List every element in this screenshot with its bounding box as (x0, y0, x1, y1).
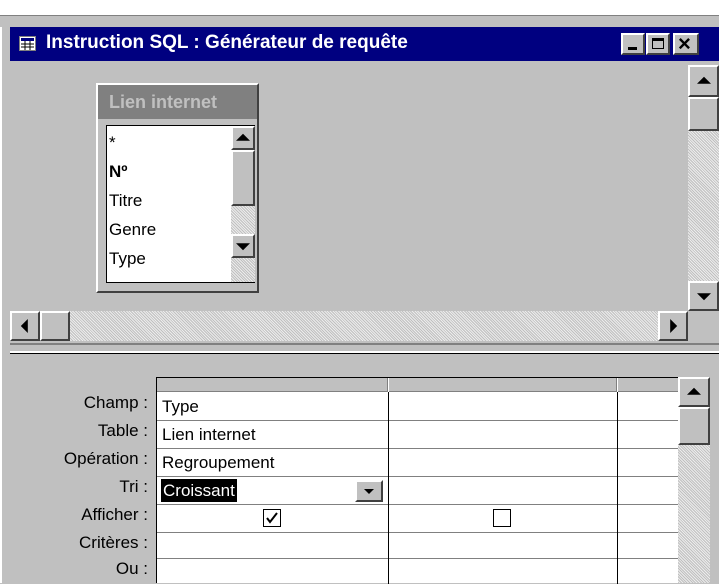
diagram-hscroll-thumb[interactable] (40, 311, 70, 341)
arrow-down-icon (696, 293, 711, 301)
afficher-checkbox-1[interactable] (263, 509, 281, 527)
arrow-up-icon (236, 133, 250, 141)
table-field-list[interactable]: Lien internet * Nº Titre Genre Type (96, 83, 259, 293)
grid-scroll-up-button[interactable] (678, 377, 710, 407)
field-item-genre[interactable]: Genre (109, 215, 156, 244)
maximize-icon (652, 38, 664, 49)
tri-selected-value[interactable]: Croissant (161, 479, 237, 502)
checkbox-checked-icon (266, 512, 278, 524)
row-label-table: Table : (97, 421, 148, 440)
window-top-edge (0, 15, 719, 27)
diagram-scroll-up-button[interactable] (688, 65, 719, 97)
field-list[interactable]: * Nº Titre Genre Type (106, 125, 255, 283)
grid-vscroll-thumb[interactable] (678, 407, 710, 445)
row-label-criteres: Critères : (79, 533, 148, 552)
pane-splitter[interactable] (10, 343, 719, 363)
diagram-scroll-down-button[interactable] (688, 281, 719, 311)
table-cell-1[interactable]: Lien internet (157, 422, 387, 448)
arrow-up-icon (696, 76, 711, 84)
query-grid-pane[interactable]: Champ : Table : Opération : Tri : Affich… (10, 363, 719, 584)
grid-line (388, 392, 389, 584)
design-grid[interactable]: Type Lien internet Regroupement Croissan… (156, 377, 679, 584)
field-item-star[interactable]: * (109, 128, 116, 157)
operation-cell-1[interactable]: Regroupement (157, 450, 387, 476)
field-item-type[interactable]: Type (109, 244, 146, 273)
top-strip (0, 0, 719, 15)
window-title: Instruction SQL : Générateur de requête (46, 32, 408, 53)
arrow-right-icon (670, 319, 678, 333)
grid-line (157, 532, 679, 533)
splitter-line (10, 351, 719, 354)
arrow-left-icon (20, 319, 28, 333)
minimize-button[interactable] (621, 33, 645, 55)
field-label: Nº (109, 162, 128, 181)
diagram-scroll-left-button[interactable] (10, 311, 40, 341)
field-list-scroll-thumb[interactable] (231, 150, 255, 206)
champ-cell-1[interactable]: Type (157, 394, 387, 420)
dropdown-arrow-icon (364, 489, 374, 494)
field-list-scrollbar[interactable] (231, 126, 255, 282)
close-button[interactable]: × (673, 31, 699, 56)
row-label-ou: Ou : (115, 559, 148, 578)
tri-combo-1[interactable]: Croissant (157, 477, 387, 504)
column-selector-3[interactable] (618, 378, 679, 392)
minimize-icon (628, 47, 637, 50)
grid-line (157, 420, 679, 421)
diagram-vscroll-thumb[interactable] (688, 97, 719, 131)
title-bar[interactable]: Instruction SQL : Générateur de requête … (10, 27, 719, 61)
grid-vertical-scrollbar[interactable] (678, 377, 710, 583)
grid-right-edge (710, 377, 719, 583)
row-label-champ: Champ : (83, 393, 148, 412)
field-label: Genre (109, 220, 157, 239)
afficher-checkbox-2[interactable] (493, 509, 511, 527)
grid-line (157, 504, 679, 505)
tri-dropdown-button[interactable] (355, 480, 383, 502)
table-title[interactable]: Lien internet (98, 85, 257, 119)
grid-line (157, 448, 679, 449)
field-label: Type (109, 249, 146, 268)
arrow-up-icon (687, 387, 701, 395)
row-label-operation: Opération : (63, 449, 148, 468)
diagram-pane[interactable]: Lien internet * Nº Titre Genre Type (10, 61, 719, 343)
field-label: Titre (109, 191, 143, 210)
column-selector-2[interactable] (389, 378, 617, 392)
field-label: * (109, 133, 116, 152)
query-window-icon[interactable] (19, 36, 36, 51)
close-icon: × (678, 31, 691, 56)
field-list-scroll-up-button[interactable] (231, 126, 255, 150)
row-label-afficher: Afficher : (81, 505, 148, 524)
diagram-horizontal-scrollbar[interactable] (10, 311, 688, 341)
arrow-down-icon (236, 243, 250, 251)
column-selector-1[interactable] (157, 378, 388, 392)
grid-line (617, 392, 618, 584)
field-list-scroll-down-button[interactable] (231, 234, 255, 258)
diagram-scroll-right-button[interactable] (658, 311, 688, 341)
maximize-button[interactable] (646, 33, 670, 55)
field-item-no[interactable]: Nº (109, 157, 128, 186)
field-item-titre[interactable]: Titre (109, 186, 142, 215)
row-label-tri: Tri : (119, 477, 148, 496)
grid-line (157, 558, 679, 559)
diagram-vertical-scrollbar[interactable] (688, 65, 719, 311)
window-left-border (0, 27, 10, 583)
